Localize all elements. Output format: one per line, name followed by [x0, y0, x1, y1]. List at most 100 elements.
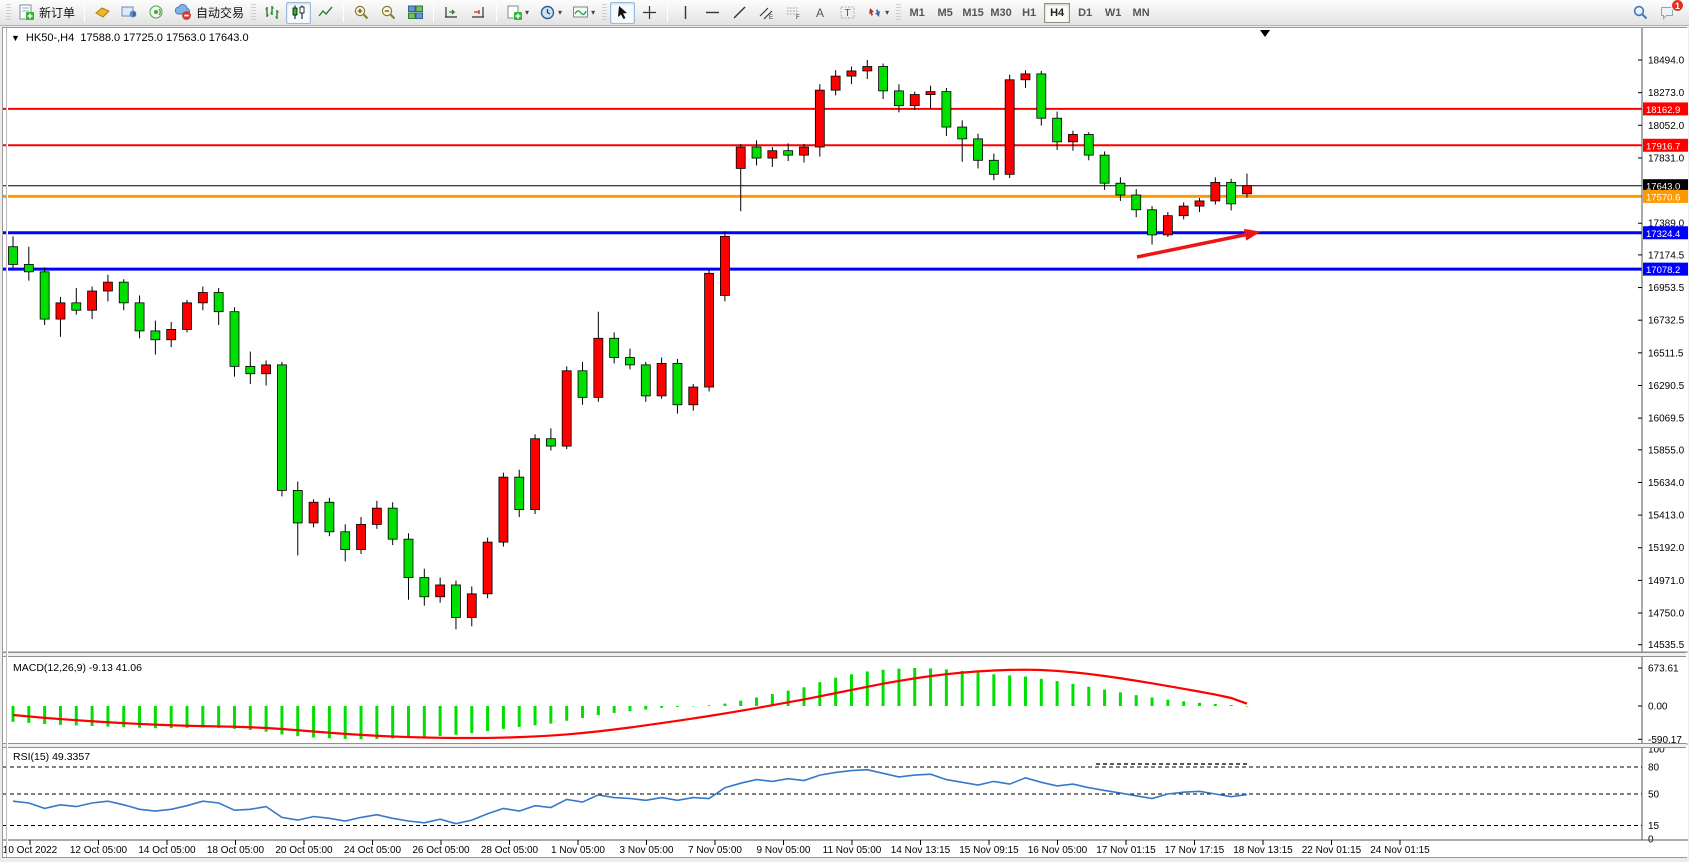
arrows-button[interactable]: ▾	[862, 2, 893, 24]
toolbar-grip[interactable]	[251, 4, 256, 22]
candle-body	[942, 92, 951, 127]
toolbar-grip[interactable]	[896, 4, 901, 22]
candle-body	[815, 90, 824, 147]
time-tick-label: 28 Oct 05:00	[481, 845, 539, 856]
strategy-tester-button[interactable]	[117, 2, 142, 24]
zoom-out-button[interactable]	[376, 2, 401, 24]
toolbar-separator	[667, 4, 668, 22]
chart-canvas[interactable]: 18494.018273.018052.017831.017389.017174…	[3, 28, 1688, 857]
horizontal-line-icon	[704, 4, 721, 21]
time-tick-label: 14 Nov 13:15	[891, 845, 951, 856]
search-button[interactable]	[1628, 2, 1653, 24]
data-window-button[interactable]	[90, 2, 115, 24]
tile-windows-button[interactable]	[403, 2, 428, 24]
timeframe-m1-button[interactable]: M1	[904, 3, 930, 23]
candle-body	[309, 502, 318, 523]
chart-window[interactable]: 18494.018273.018052.017831.017389.017174…	[2, 27, 1687, 858]
data-window-icon	[94, 4, 111, 21]
new-chart-button[interactable]: ▾	[502, 2, 533, 24]
ohlc-readout: 17588.0 17725.0 17563.0 17643.0	[80, 32, 248, 44]
candle-body	[1211, 182, 1220, 200]
indicators-button[interactable]: ▾	[568, 2, 599, 24]
candle-body	[277, 365, 286, 491]
cursor-button[interactable]	[610, 2, 635, 24]
period-clock-icon	[539, 4, 556, 21]
candle-body	[372, 508, 381, 524]
autotrading-label: 自动交易	[196, 4, 244, 21]
line-chart-button[interactable]	[313, 2, 338, 24]
notifications-button[interactable]: 1	[1655, 2, 1680, 24]
text-button[interactable]: A	[808, 2, 833, 24]
price-line-badge-label: 17324.4	[1646, 229, 1680, 240]
vertical-line-button[interactable]	[673, 2, 698, 24]
price-tick-label: 16511.5	[1648, 348, 1684, 359]
timeframe-d1-button[interactable]: D1	[1072, 3, 1098, 23]
candle-body	[357, 524, 366, 549]
price-tick-label: 15413.0	[1648, 511, 1685, 522]
toolbar-grip[interactable]	[6, 4, 11, 22]
candle-body	[863, 66, 872, 70]
toolbar-grip[interactable]	[602, 4, 607, 22]
text-label-button[interactable]: T	[835, 2, 860, 24]
horizontal-line-button[interactable]	[700, 2, 725, 24]
channel-button[interactable]: E	[754, 2, 779, 24]
candle-body	[531, 439, 540, 510]
candle-body	[1005, 80, 1014, 175]
candle-body	[705, 273, 714, 387]
macd-tick-label: 0.00	[1648, 702, 1668, 713]
chevron-down-icon: ▾	[558, 8, 562, 17]
timeframe-m15-button[interactable]: M15	[960, 3, 986, 23]
crosshair-button[interactable]	[637, 2, 662, 24]
autotrading-button[interactable]: 自动交易	[171, 2, 248, 24]
candle-body	[515, 477, 524, 509]
candle-body	[1084, 134, 1093, 155]
candle-body	[183, 303, 192, 330]
chart-background	[3, 28, 1688, 857]
macd-tick-label: 673.61	[1648, 664, 1679, 675]
candle-body	[1021, 74, 1030, 80]
pane-separator-rsi[interactable]	[3, 743, 1686, 748]
candles-chart-button[interactable]	[286, 2, 311, 24]
candle-body	[831, 76, 840, 90]
candle-body	[436, 585, 445, 597]
timeframe-h4-button[interactable]: H4	[1044, 3, 1070, 23]
timeframe-w1-button[interactable]: W1	[1100, 3, 1126, 23]
trendline-button[interactable]	[727, 2, 752, 24]
price-tick-label: 16069.5	[1648, 414, 1685, 425]
auto-scroll-button[interactable]	[439, 2, 464, 24]
candle-body	[657, 363, 666, 395]
crosshair-icon	[641, 4, 658, 21]
time-tick-label: 1 Nov 05:00	[551, 845, 605, 856]
zoom-in-button[interactable]	[349, 2, 374, 24]
candle-body	[720, 236, 729, 295]
timeframe-h1-button[interactable]: H1	[1016, 3, 1042, 23]
price-tick-label: 17831.0	[1648, 153, 1685, 164]
fibonacci-icon: F	[785, 4, 802, 21]
time-tick-label: 20 Oct 05:00	[275, 845, 333, 856]
period-clock-button[interactable]: ▾	[535, 2, 566, 24]
chart-shift-button[interactable]	[466, 2, 491, 24]
timeframe-m30-button[interactable]: M30	[988, 3, 1014, 23]
fibonacci-button[interactable]: F	[781, 2, 806, 24]
new-order-button[interactable]: 新订单	[14, 2, 79, 24]
pane-separator-macd[interactable]	[3, 652, 1686, 657]
price-tick-label: 17174.5	[1648, 250, 1685, 261]
candle-body	[926, 92, 935, 95]
symbol-dropdown-icon[interactable]: ▼	[11, 33, 20, 43]
candle-body	[800, 147, 809, 155]
bars-chart-button[interactable]	[259, 2, 284, 24]
search-icon	[1632, 4, 1649, 21]
candle-body	[768, 151, 777, 158]
timeframe-mn-button[interactable]: MN	[1128, 3, 1154, 23]
price-line-badge-label: 17078.2	[1646, 265, 1680, 276]
signals-button[interactable]	[144, 2, 169, 24]
timeframe-m5-button[interactable]: M5	[932, 3, 958, 23]
candle-body	[1163, 216, 1172, 235]
symbol-period-label: HK50-,H4	[26, 32, 74, 44]
time-tick-label: 26 Oct 05:00	[412, 845, 470, 856]
time-tick-label: 18 Oct 05:00	[207, 845, 265, 856]
candle-body	[40, 272, 49, 319]
candle-body	[167, 329, 176, 339]
auto-scroll-icon	[443, 4, 460, 21]
chevron-down-icon: ▾	[525, 8, 529, 17]
